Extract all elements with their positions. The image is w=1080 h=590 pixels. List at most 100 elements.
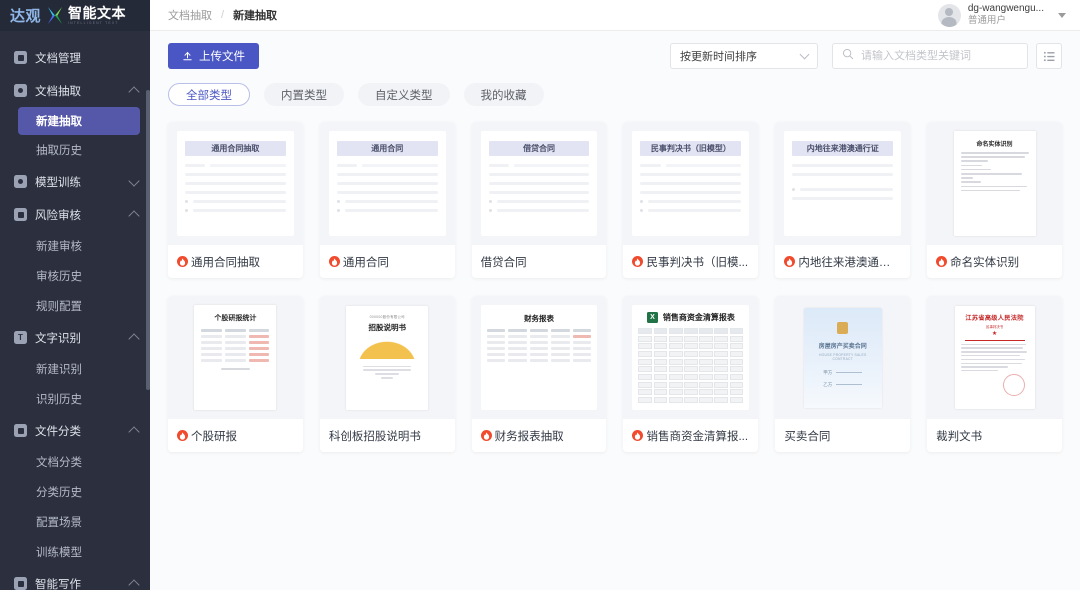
thumbnail-field-b: 乙方 xyxy=(823,381,833,387)
thumbnail-title: 通用合同抽取 xyxy=(185,141,286,156)
tab-custom-types[interactable]: 自定义类型 xyxy=(358,83,450,106)
hot-flame-icon xyxy=(632,430,644,441)
thumbnail-subtitle: 民事判决书 xyxy=(986,325,1004,329)
upload-icon xyxy=(182,51,193,62)
search-box[interactable] xyxy=(832,43,1028,69)
thumbnail-title: 命名实体识别 xyxy=(976,142,1013,148)
user-role: 普通用户 xyxy=(967,15,1006,27)
thumbnail-title: 借贷合同 xyxy=(488,141,590,156)
risk-review-icon xyxy=(14,208,27,221)
user-menu[interactable]: dg-wangwengu... 普通用户 xyxy=(937,2,1066,27)
chevron-up-icon xyxy=(128,86,140,98)
card-thumbnail: 借贷合同 xyxy=(471,122,607,245)
sidebar-item-rule-config[interactable]: 规则配置 xyxy=(0,291,150,321)
sidebar-item-new-ocr[interactable]: 新建识别 xyxy=(0,354,150,384)
template-card[interactable]: 江苏省高级人民法院 民事判决书 ★ 裁判文书 xyxy=(927,296,1062,452)
template-card[interactable]: 命名实体识别 命名实体识别 xyxy=(927,122,1062,278)
sidebar-item-new-extract[interactable]: 新建抽取 xyxy=(18,107,140,135)
chevron-up-icon xyxy=(128,333,140,345)
breadcrumb-current: 新建抽取 xyxy=(233,10,278,22)
sidebar-item-label: 文字识别 xyxy=(35,332,81,345)
sidebar-item-document-manage[interactable]: 文档管理 xyxy=(0,41,150,74)
hot-flame-icon xyxy=(177,430,188,441)
card-label: 财务报表抽取 xyxy=(494,430,564,443)
app-root: 达观 智能文本 INTELLIGENT TEXT 文档管理 文档抽取 新建抽取 … xyxy=(0,0,1080,590)
template-card[interactable]: 借贷合同 借贷合同 xyxy=(471,122,607,278)
excel-icon: X xyxy=(646,312,658,323)
brand-logo[interactable]: 达观 智能文本 INTELLIGENT TEXT xyxy=(0,0,150,31)
ocr-icon: T xyxy=(14,331,27,344)
card-thumbnail: 房屋房产买卖合同 HOUSE PROPERTY SALES CONTRACT 甲… xyxy=(775,296,911,419)
brand-product: 智能文本 xyxy=(68,5,127,22)
thumbnail-title: 销售商资金清算报表 xyxy=(662,313,735,322)
template-card[interactable]: 房屋房产买卖合同 HOUSE PROPERTY SALES CONTRACT 甲… xyxy=(775,296,911,452)
search-input[interactable] xyxy=(861,50,1018,62)
template-card[interactable]: 内地往来港澳通行证 内地往来港澳通行证 xyxy=(775,122,911,278)
chevron-down-icon xyxy=(799,49,810,60)
thumbnail-title: 江苏省高级人民法院 xyxy=(965,315,1024,322)
card-thumbnail: 内地往来港澳通行证 xyxy=(775,122,911,245)
sidebar-item-new-review[interactable]: 新建审核 xyxy=(0,231,150,261)
tab-favorites[interactable]: 我的收藏 xyxy=(463,83,544,106)
template-card[interactable]: 民事判决书（旧模型） 民事判决书（旧模... xyxy=(623,122,759,278)
type-filter-tabs: 全部类型 内置类型 自定义类型 我的收藏 xyxy=(168,83,1062,106)
sort-select[interactable]: 按更新时间排序 xyxy=(670,43,818,69)
sidebar-item-smart-writing[interactable]: 智能写作 xyxy=(0,567,150,590)
sidebar-item-review-history[interactable]: 审核历史 xyxy=(0,261,150,291)
template-card[interactable]: 000000股份有限公司 招股说明书 科创板招股说明书 xyxy=(319,296,455,452)
card-thumbnail: 个股研报统计 xyxy=(168,296,303,419)
card-thumbnail: 江苏省高级人民法院 民事判决书 ★ xyxy=(927,296,1062,419)
list-view-icon[interactable] xyxy=(1036,43,1062,69)
sidebar-item-train-model[interactable]: 训练模型 xyxy=(0,537,150,567)
hot-flame-icon xyxy=(480,430,492,441)
sidebar-item-classify-history[interactable]: 分类历史 xyxy=(0,477,150,507)
chevron-up-icon xyxy=(128,210,140,222)
sidebar-item-extract-history[interactable]: 抽取历史 xyxy=(0,135,150,165)
user-name: dg-wangwengu... xyxy=(967,2,1044,14)
tab-builtin-types[interactable]: 内置类型 xyxy=(264,83,344,106)
sidebar-item-label: 模型训练 xyxy=(35,176,81,189)
sidebar-scrollbar[interactable] xyxy=(146,90,150,390)
breadcrumb-parent[interactable]: 文档抽取 xyxy=(168,7,212,23)
sidebar-item-document-extract[interactable]: 文档抽取 xyxy=(0,74,150,107)
gold-curve-decoration xyxy=(353,336,422,359)
card-label: 民事判决书（旧模... xyxy=(646,256,749,269)
sidebar-item-ocr-history[interactable]: 识别历史 xyxy=(0,384,150,414)
tab-all-types[interactable]: 全部类型 xyxy=(168,83,250,106)
sidebar-item-file-classify[interactable]: 文件分类 xyxy=(0,414,150,447)
thumbnail-title: 民事判决书（旧模型） xyxy=(640,141,742,156)
thumbnail-subtitle: 000000股份有限公司 xyxy=(369,314,405,319)
card-thumbnail: 000000股份有限公司 招股说明书 xyxy=(319,296,455,419)
document-extract-icon xyxy=(14,84,27,97)
sidebar-item-label: 文档管理 xyxy=(35,52,81,65)
card-label: 买卖合同 xyxy=(784,430,831,443)
search-icon xyxy=(842,47,854,65)
template-card[interactable]: 通用合同抽取 通用合同抽取 xyxy=(168,122,303,278)
sidebar-item-model-training[interactable]: 模型训练 xyxy=(0,165,150,198)
sidebar: 达观 智能文本 INTELLIGENT TEXT 文档管理 文档抽取 新建抽取 … xyxy=(0,0,150,590)
sidebar-item-label: 文件分类 xyxy=(35,425,81,438)
template-card[interactable]: X 销售商资金清算报表 销售商资金清算报... xyxy=(623,296,759,452)
template-card[interactable]: 财务报表 财务报表抽取 xyxy=(471,296,607,452)
top-bar: 文档抽取 / 新建抽取 dg-wangwengu... 普通用户 xyxy=(150,0,1080,31)
thumbnail-title: 个股研报统计 xyxy=(214,315,257,322)
sidebar-item-config-scene[interactable]: 配置场景 xyxy=(0,507,150,537)
card-label: 内地往来港澳通行证 xyxy=(798,256,902,269)
card-label: 销售商资金清算报... xyxy=(646,430,749,443)
upload-file-label: 上传文件 xyxy=(199,51,245,63)
sidebar-item-ocr[interactable]: T 文字识别 xyxy=(0,321,150,354)
brand-name-cn: 达观 xyxy=(10,8,42,25)
template-card[interactable]: 通用合同 通用合同 xyxy=(319,122,455,278)
sidebar-menu: 文档管理 文档抽取 新建抽取 抽取历史 模型训练 风险审核 新建审核 审核历史 … xyxy=(0,31,150,590)
chevron-down-icon[interactable] xyxy=(1058,12,1066,18)
thumbnail-title: 通用合同 xyxy=(336,141,438,156)
hot-flame-icon xyxy=(936,256,948,267)
thumbnail-title: 房屋房产买卖合同 xyxy=(818,343,867,350)
sidebar-item-risk-review[interactable]: 风险审核 xyxy=(0,198,150,231)
template-card[interactable]: 个股研报统计 个股研报 xyxy=(168,296,303,452)
upload-file-button[interactable]: 上传文件 xyxy=(168,43,259,69)
thumbnail-title: 招股说明书 xyxy=(368,322,406,332)
toolbar: 上传文件 按更新时间排序 xyxy=(168,43,1062,69)
sidebar-item-doc-classify[interactable]: 文档分类 xyxy=(0,447,150,477)
avatar xyxy=(937,3,961,27)
